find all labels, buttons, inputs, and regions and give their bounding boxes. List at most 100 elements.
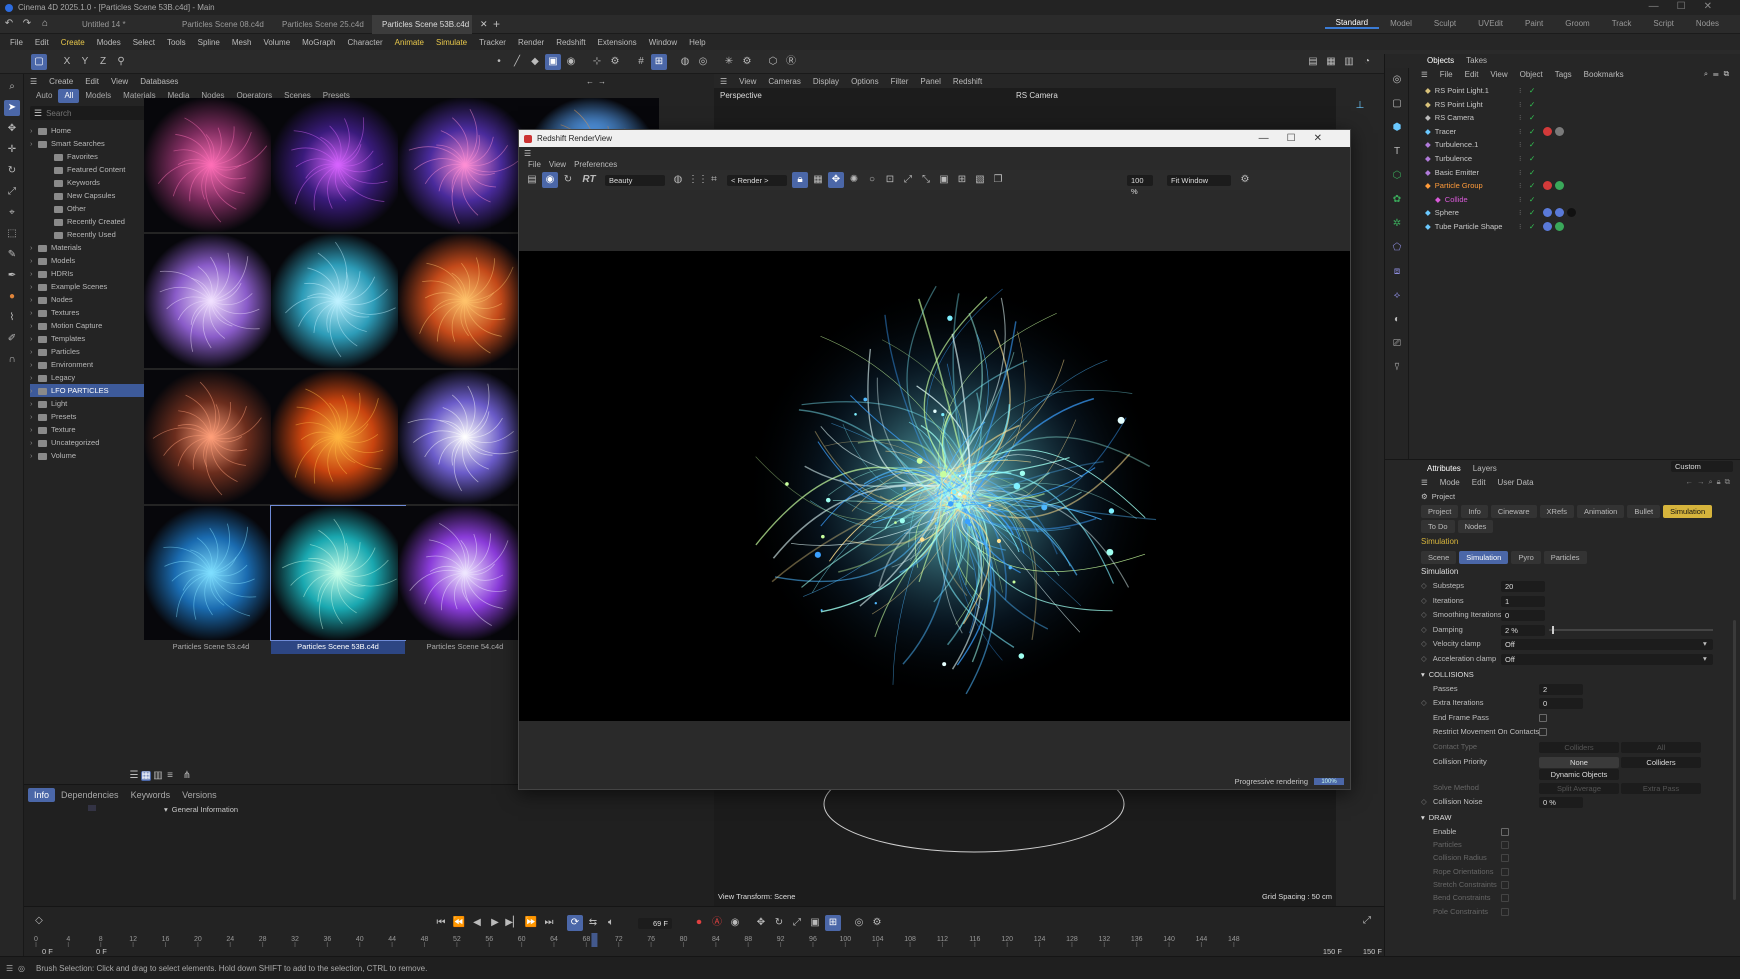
attribute-value-field[interactable]: 0 [1501,610,1545,622]
add-deformer-icon[interactable]: ⬠ [1389,240,1405,256]
add-mograph-icon[interactable]: ✿ [1389,192,1405,208]
move-tool-icon[interactable]: ✛ [4,142,20,158]
attribute-checkbox[interactable] [1501,907,1509,916]
layout-nodes[interactable]: Nodes [1685,19,1730,28]
object-menu-object[interactable]: Object [1514,70,1549,79]
expand-arrow-icon[interactable]: › [30,345,38,358]
snap-icon[interactable]: ⊹ [589,54,605,70]
attribute-menu-icon[interactable]: ☰ [1421,478,1428,487]
object-row[interactable]: ◆ Particle Group ⁝ ✓ [1425,179,1740,193]
menu-redshift[interactable]: Redshift [550,38,591,47]
menu-edit[interactable]: Edit [29,38,55,47]
attribute-value-field-3[interactable]: Dynamic Objects [1539,768,1619,780]
texture-mode-icon[interactable]: ◉ [563,54,579,70]
list-view-icon[interactable]: ☰ [129,771,139,781]
object-tag-icon[interactable] [1555,126,1564,136]
axis-z-icon[interactable]: Z [95,54,111,70]
add-effector-icon[interactable]: ✲ [1389,216,1405,232]
object-new-window-icon[interactable]: ⧉ [1724,69,1734,78]
layout-model[interactable]: Model [1379,19,1423,28]
expand-arrow-icon[interactable]: › [30,241,38,254]
renderview-title-bar[interactable]: Redshift RenderView —☐✕ [519,130,1350,147]
layout-sculpt[interactable]: Sculpt [1423,19,1467,28]
model-mode-icon[interactable]: ▣ [545,53,561,70]
asset-thumbnail[interactable]: Particles Scene 50B [144,370,278,520]
project-tab-xrefs[interactable]: XRefs [1539,505,1574,518]
object-row[interactable]: ◆ RS Point Light ⁝ ✓ [1425,98,1740,112]
asset-tab-models[interactable]: Models [79,89,117,103]
timeline-expand-icon[interactable]: ⤢ [1359,913,1375,929]
expand-icon[interactable]: ⤡ [918,172,934,188]
keyframe-diamond-icon[interactable]: ◇ [1421,596,1427,605]
grid-view-icon[interactable]: ▦ [141,771,151,781]
render-queue-icon[interactable]: ◔ [1359,54,1375,70]
loop-icon[interactable]: ⟳ [567,915,583,931]
attribute-menu-mode[interactable]: Mode [1434,478,1466,487]
workplane-icon[interactable]: ⊞ [651,53,667,70]
fit-window-dropdown[interactable]: Fit Window [1167,174,1231,186]
visibility-toggle-icon[interactable]: ⁝ [1519,179,1521,193]
expand-arrow-icon[interactable]: › [30,137,38,150]
mesh-tool-icon[interactable]: ⬚ [4,226,20,242]
attribute-tab-attributes[interactable]: Attributes [1421,464,1467,473]
info-tab-versions[interactable]: Versions [176,788,223,802]
attribute-value-field[interactable]: 2 % [1501,624,1545,636]
sculpt-tool-icon[interactable]: ● [4,289,20,305]
next-key-icon[interactable]: ⏩ [523,915,539,931]
asset-tab-all[interactable]: All [58,89,80,103]
keyframe-diamond-icon[interactable]: ◇ [1421,610,1427,619]
minimize-icon[interactable]: — [1649,1,1677,12]
undo-icon[interactable]: ↶ [1,16,17,32]
attribute-tab-layers[interactable]: Layers [1467,464,1503,473]
project-tab-simulation[interactable]: Simulation [1663,505,1713,518]
crop-region-icon[interactable]: ⌗ [706,172,722,188]
layout-script[interactable]: Script [1642,19,1684,28]
keyframe-diamond-icon[interactable]: ◇ [1421,696,1427,711]
play-icon[interactable]: ▶ [487,915,503,931]
move-lasso-icon[interactable]: ✥ [4,121,20,137]
visibility-toggle-icon[interactable]: ⁝ [1519,166,1521,180]
large-grid-icon[interactable]: ▥ [153,771,163,781]
enabled-check-icon[interactable]: ✓ [1529,193,1535,207]
attribute-value-field[interactable]: 20 [1501,581,1545,592]
project-tab-to-do[interactable]: To Do [1421,520,1455,533]
enabled-check-icon[interactable]: ✓ [1529,220,1535,234]
expand-arrow-icon[interactable]: › [30,267,38,280]
goto-start-icon[interactable]: ⏮ [433,915,449,931]
menu-spline[interactable]: Spline [192,38,226,47]
enabled-check-icon[interactable]: ✓ [1529,98,1535,112]
render-to-picture-viewer-icon[interactable]: ▥ [1341,54,1357,70]
frame-ruler[interactable]: 0 4 8 12 16 20 24 28 32 36 40 44 48 52 56 60 64 68 72 76 80 8… [24,933,1384,947]
brush-tool-icon[interactable]: ⌇ [4,310,20,326]
menu-mograph[interactable]: MoGraph [296,38,341,47]
draw-header[interactable]: ▾ DRAW [1385,811,1740,825]
snapshot-icon[interactable]: ✺ [846,172,862,188]
attribute-value-field-2[interactable]: All [1621,741,1701,753]
asset-search-input[interactable] [46,108,147,118]
transform-tool-icon[interactable]: ⌖ [4,205,20,221]
render-active-view-icon[interactable]: ▦ [1323,54,1339,70]
object-tab-objects[interactable]: Objects [1421,56,1460,65]
edges-mode-icon[interactable]: ╱ [509,54,525,70]
menu-tracker[interactable]: Tracker [473,38,512,47]
renderview-settings-icon[interactable]: ⚙ [1237,172,1253,188]
pen-tool-icon[interactable]: ✒ [4,268,20,284]
axis-x-icon[interactable]: X [59,54,75,70]
enabled-check-icon[interactable]: ✓ [1529,179,1535,193]
keyframe-mode-icon[interactable]: ◇ [31,913,47,929]
nav-back-icon[interactable]: ← [586,77,594,86]
lock-camera-icon[interactable]: 🔒︎ [792,172,808,188]
renderview-close-icon[interactable]: ✕ [1314,133,1340,144]
menu-animate[interactable]: Animate [389,38,430,47]
layout-groom[interactable]: Groom [1554,19,1600,28]
object-row[interactable]: ◆ Collide ⁝ ✓ [1425,193,1740,207]
object-tag-icon[interactable] [1555,181,1564,191]
nav-forward-icon[interactable]: → [598,77,606,86]
simulation-icon[interactable]: ✳ [721,54,737,70]
preset-dropdown[interactable]: Custom [1671,461,1733,472]
renderview-menu-view[interactable]: View [545,160,570,169]
info-tab-keywords[interactable]: Keywords [125,788,177,802]
attribute-value-field[interactable]: 0 [1539,698,1583,710]
asset-menu-databases[interactable]: Databases [134,77,184,86]
visibility-toggle-icon[interactable]: ⁝ [1519,193,1521,207]
